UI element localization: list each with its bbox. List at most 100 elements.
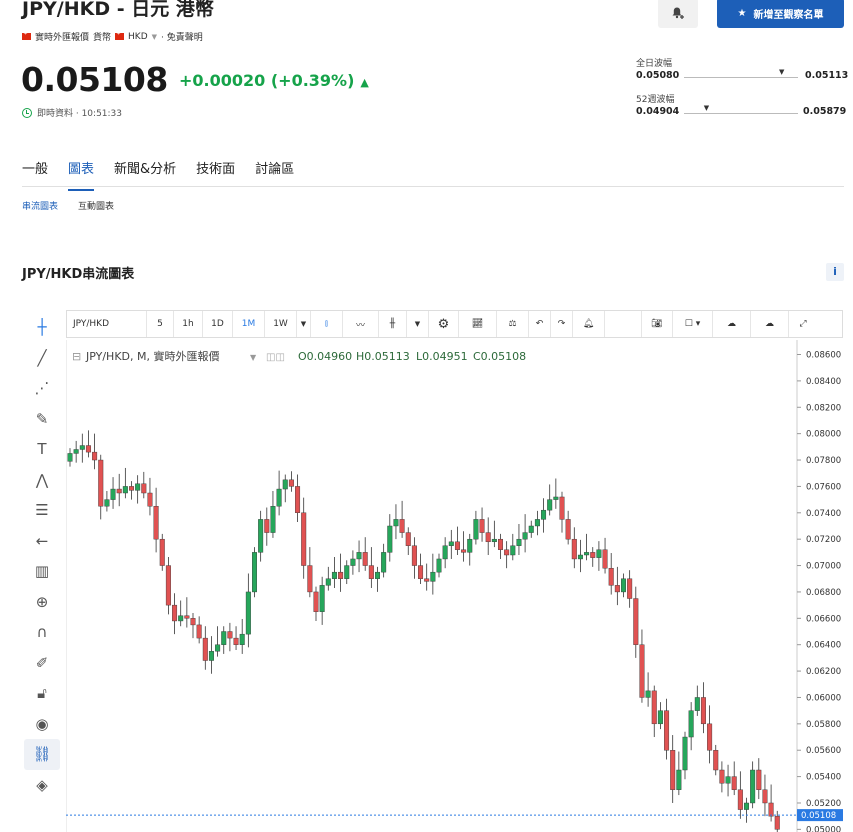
candle-body: [393, 519, 399, 527]
cloud-load-icon[interactable]: ☁: [713, 311, 751, 337]
interval-5[interactable]: 5: [147, 311, 174, 337]
price-axis-label: 0.08400: [806, 377, 841, 387]
candle-body: [768, 802, 774, 817]
legend-icons[interactable]: ◫◫: [266, 352, 285, 363]
candle-body: [129, 486, 135, 491]
lock-icon[interactable]: 🔓︎: [24, 678, 60, 709]
candle-body: [135, 483, 141, 491]
price-axis-label: 0.06800: [806, 588, 841, 598]
section-title: JPY/HKD串流圖表: [22, 267, 135, 282]
trend-line-icon[interactable]: ╱: [24, 343, 60, 374]
measure-icon[interactable]: ▥: [24, 556, 60, 587]
candle-body: [313, 591, 319, 612]
price-axis-label: 0.08600: [806, 351, 841, 361]
arrow-left-icon[interactable]: ←: [24, 526, 60, 557]
cloud-save-icon[interactable]: ☁: [751, 311, 789, 337]
link-icon[interactable]: ⛓︎: [24, 739, 60, 770]
clock-icon: [22, 107, 32, 118]
color-swatch-icon[interactable]: ☐ ▾: [673, 311, 713, 337]
line-chart-icon[interactable]: 〰: [343, 311, 379, 337]
candle-body: [85, 445, 91, 453]
alert-icon[interactable]: 🔔︎: [573, 311, 605, 337]
price-axis-label: 0.07600: [806, 482, 841, 492]
candle-body: [233, 637, 239, 645]
compare-icon[interactable]: ⚖: [497, 311, 529, 337]
meta-currency-code[interactable]: HKD: [128, 32, 148, 42]
bell-plus-icon: [672, 7, 684, 19]
week52-range-marker: ▼: [703, 104, 710, 112]
pencil-lock-icon[interactable]: ✐: [24, 648, 60, 679]
star-icon: ★: [737, 7, 747, 19]
candle-body: [694, 697, 700, 711]
week52-range-label: 52週波幅: [636, 95, 675, 105]
price-axis-label: 0.08200: [806, 403, 841, 413]
subtab-interactive-chart[interactable]: 互動圖表: [78, 199, 114, 212]
indicators-icon[interactable]: 📈︎: [459, 311, 497, 337]
bar-style-icon[interactable]: ╫: [379, 311, 407, 337]
last-price: 0.05108: [21, 60, 168, 99]
fullscreen-icon[interactable]: ⤢: [789, 311, 817, 337]
add-to-watchlist-button[interactable]: ★ 新增至觀察名單: [717, 0, 844, 28]
interval-1w[interactable]: 1W: [265, 311, 297, 337]
fibonacci-icon[interactable]: ☰: [24, 495, 60, 526]
text-tool-icon[interactable]: T: [24, 434, 60, 465]
candle-body: [485, 532, 491, 543]
candle-body: [473, 519, 479, 540]
candle-body: [411, 545, 417, 566]
candle-body: [141, 483, 147, 494]
chevron-down-icon[interactable]: ▼: [250, 353, 257, 362]
candle-body: [165, 565, 171, 606]
camera-icon[interactable]: 📷︎: [641, 311, 673, 337]
candle-body: [153, 505, 159, 540]
brush-icon[interactable]: ✎: [24, 404, 60, 435]
candle-body: [774, 815, 780, 830]
zoom-in-icon[interactable]: ⊕: [24, 587, 60, 618]
candles-icon[interactable]: ⫾: [311, 311, 343, 337]
magnet-icon[interactable]: ∩: [24, 617, 60, 648]
candle-body: [331, 571, 337, 579]
chevron-down-icon[interactable]: ▼: [152, 33, 157, 41]
redo-icon[interactable]: ↷: [551, 311, 573, 337]
candle-body: [633, 598, 639, 645]
chevron-down-icon[interactable]: ▼: [297, 311, 311, 337]
candle-body: [208, 651, 214, 661]
gear-icon[interactable]: ⚙: [429, 311, 459, 337]
candle-body: [541, 509, 547, 520]
candle-body: [258, 519, 264, 553]
subtab-streaming-chart[interactable]: 串流圖表: [22, 199, 58, 212]
interval-1m[interactable]: 1M: [233, 311, 265, 337]
candle-body: [516, 538, 522, 546]
candle-body: [399, 519, 405, 533]
candle-body: [682, 736, 688, 771]
interval-1d[interactable]: 1D: [203, 311, 233, 337]
chevron-down-icon[interactable]: ▼: [407, 311, 429, 337]
collapse-icon[interactable]: ⊟: [72, 350, 81, 363]
layers-icon[interactable]: ◈: [24, 770, 60, 801]
legend-low: L0.04951: [416, 350, 468, 363]
price-axis-label: 0.07400: [806, 509, 841, 519]
candle-body: [565, 519, 571, 540]
pitchfork-icon[interactable]: ⋰: [24, 373, 60, 404]
add-alert-button[interactable]: [658, 0, 698, 28]
candle-body: [584, 552, 590, 556]
disclaimer-link[interactable]: · 免責聲明: [161, 30, 203, 43]
price-axis-label: 0.06200: [806, 667, 841, 677]
triangle-up-icon: ▲: [360, 76, 369, 89]
symbol-input[interactable]: JPY/HKD: [67, 311, 147, 337]
undo-icon[interactable]: ↶: [529, 311, 551, 337]
candle-body: [596, 549, 602, 558]
candle-body: [338, 571, 344, 579]
price-chart[interactable]: 0.08600 0.08400 0.08200 0.08000 0.07800 0.076…: [66, 340, 853, 832]
interval-1h[interactable]: 1h: [174, 311, 203, 337]
crosshair-icon[interactable]: ┼: [24, 312, 60, 343]
candle-body: [664, 710, 670, 751]
candle-body: [510, 545, 516, 556]
candle-body: [528, 525, 534, 533]
candle-body: [454, 541, 460, 550]
candle-body: [172, 604, 178, 622]
legend-open: O0.04960: [298, 350, 352, 363]
eye-icon[interactable]: ◉: [24, 709, 60, 740]
info-icon[interactable]: i: [826, 263, 844, 281]
pattern-icon[interactable]: ⋀: [24, 465, 60, 496]
price-axis-label: 0.07000: [806, 562, 841, 572]
